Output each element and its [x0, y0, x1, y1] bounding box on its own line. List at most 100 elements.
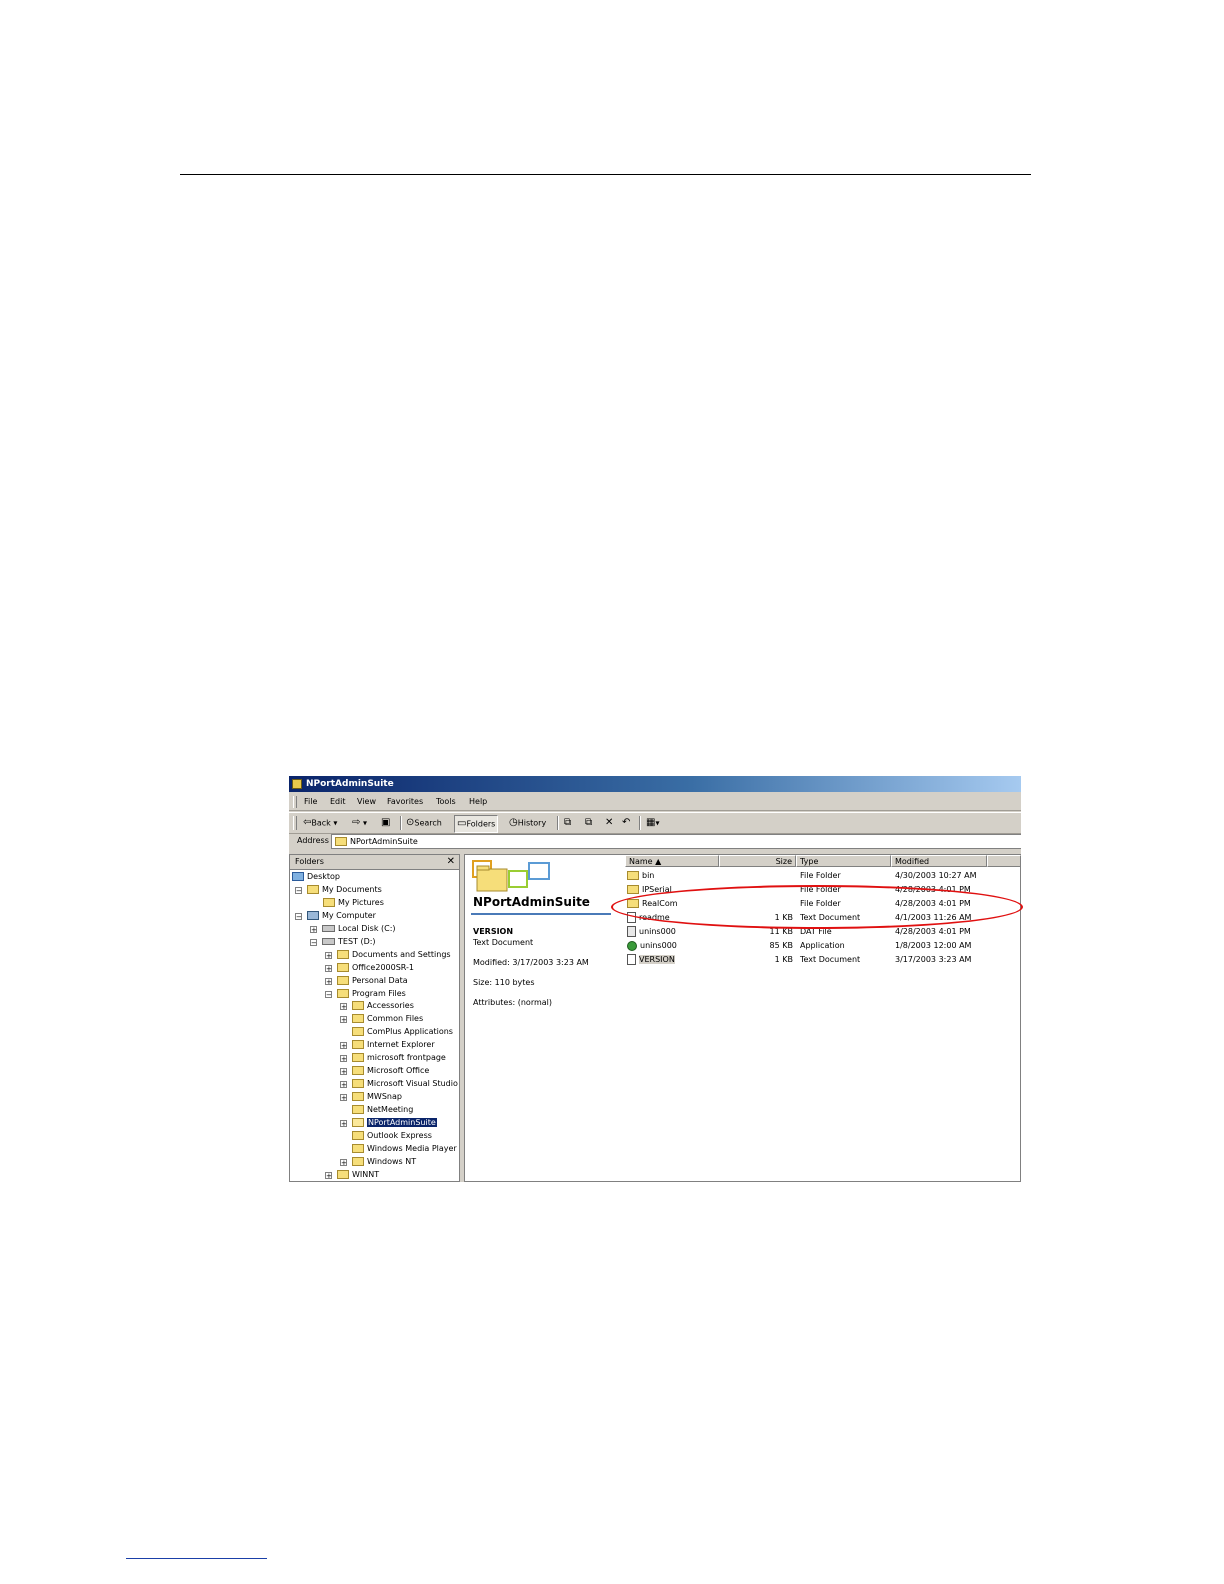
folder-icon — [352, 1157, 364, 1166]
web-view-panel: NPortAdminSuite VERSION Text Document Mo… — [465, 855, 613, 1181]
tree-item-internet-explorer[interactable]: Internet Explorer — [352, 1039, 435, 1051]
tree-item-netmeeting[interactable]: NetMeeting — [352, 1104, 413, 1116]
tree-item-personal-data[interactable]: Personal Data — [337, 975, 408, 987]
expand-icon[interactable]: + — [340, 1042, 347, 1050]
column-modified-label: Modified — [895, 857, 930, 866]
dat-file-icon — [627, 926, 636, 937]
menu-view[interactable]: View — [357, 794, 376, 810]
tree-item-accessories[interactable]: Accessories — [352, 1000, 414, 1012]
file-type: File Folder — [800, 885, 841, 894]
selected-file-modified: Modified: 3/17/2003 3:23 AM — [473, 958, 589, 967]
tree-item-nportadminsuite[interactable]: NPortAdminSuite — [352, 1117, 437, 1129]
tree-label: Personal Data — [352, 976, 408, 985]
expand-icon[interactable]: + — [340, 1159, 347, 1167]
tree-item-documents-and-settings[interactable]: Documents and Settings — [337, 949, 451, 961]
menu-bar: File Edit View Favorites Tools Help — [289, 794, 1021, 811]
collapse-icon[interactable]: − — [310, 939, 317, 947]
file-row[interactable]: unins000 11 KB DAT File 4/28/2003 4:01 P… — [625, 925, 1021, 939]
back-button[interactable]: ⇦Back ▾ — [303, 813, 337, 834]
expand-icon[interactable]: + — [325, 1172, 332, 1180]
folder-icon — [352, 1001, 364, 1010]
column-header-type[interactable]: Type — [796, 855, 891, 867]
tree-item-desktop[interactable]: Desktop — [292, 871, 340, 883]
address-folder-icon — [335, 837, 347, 846]
tree-item-windows-media-player[interactable]: Windows Media Player — [352, 1143, 457, 1155]
tree-label: Windows Media Player — [367, 1144, 457, 1153]
expand-icon[interactable]: + — [340, 1120, 347, 1128]
move-to-button[interactable]: ⧉ — [564, 813, 571, 834]
collapse-icon[interactable]: − — [295, 913, 302, 921]
close-icon[interactable]: ✕ — [447, 855, 455, 869]
copy-to-button[interactable]: ⧉ — [585, 813, 592, 834]
tree-item-local-disk-c[interactable]: Local Disk (C:) — [322, 923, 396, 935]
address-input[interactable]: NPortAdminSuite — [331, 834, 1021, 849]
menu-file[interactable]: File — [304, 794, 317, 810]
expand-icon[interactable]: + — [340, 1068, 347, 1076]
tree-item-common-files[interactable]: Common Files — [352, 1013, 423, 1025]
tree-item-my-documents[interactable]: My Documents — [307, 884, 382, 896]
back-dropdown-icon[interactable]: ▾ — [333, 819, 337, 828]
expand-icon[interactable]: + — [340, 1016, 347, 1024]
tree-item-test-d[interactable]: TEST (D:) — [322, 936, 376, 948]
column-header-modified[interactable]: Modified — [891, 855, 987, 867]
expand-icon[interactable]: + — [340, 1094, 347, 1102]
column-type-label: Type — [800, 857, 819, 866]
expand-icon[interactable]: + — [340, 1081, 347, 1089]
folder-icon — [352, 1014, 364, 1023]
menu-tools[interactable]: Tools — [436, 794, 456, 810]
undo-button[interactable]: ↶ — [622, 813, 630, 834]
tree-item-microsoft-office[interactable]: Microsoft Office — [352, 1065, 429, 1077]
expand-icon[interactable]: + — [310, 926, 317, 934]
search-button[interactable]: ⊙Search — [406, 813, 442, 834]
folder-icon — [337, 1170, 349, 1179]
up-folder-icon: ▣ — [381, 817, 391, 828]
file-row[interactable]: readme 1 KB Text Document 4/1/2003 11:26… — [625, 911, 1021, 925]
tree-item-office2000sr-1[interactable]: Office2000SR-1 — [337, 962, 414, 974]
history-button[interactable]: ◷History — [509, 813, 546, 834]
forward-button[interactable]: ⇨ ▾ — [352, 813, 367, 834]
file-row[interactable]: bin File Folder 4/30/2003 10:27 AM — [625, 869, 1021, 883]
views-button[interactable]: ▦▾ — [646, 813, 659, 834]
tree-item-my-pictures[interactable]: My Pictures — [323, 897, 384, 909]
tree-item-program-files[interactable]: Program Files — [337, 988, 406, 1000]
address-bar: Address NPortAdminSuite — [289, 833, 1021, 849]
tree-item-microsoft-frontpage[interactable]: microsoft frontpage — [352, 1052, 446, 1064]
title-bar[interactable]: NPortAdminSuite — [289, 776, 1021, 792]
expand-icon[interactable]: + — [325, 978, 332, 986]
tree-item-mwsnap[interactable]: MWSnap — [352, 1091, 402, 1103]
tree-item-complus-applications[interactable]: ComPlus Applications — [352, 1026, 453, 1038]
desktop-icon — [292, 872, 304, 881]
column-header-size[interactable]: Size — [719, 855, 796, 867]
file-row[interactable]: IPSerial File Folder 4/28/2003 4:01 PM — [625, 883, 1021, 897]
file-row-selected[interactable]: VERSION 1 KB Text Document 3/17/2003 3:2… — [625, 953, 1021, 967]
my-pictures-icon — [323, 898, 335, 907]
delete-button[interactable]: ✕ — [605, 813, 613, 834]
expand-icon[interactable]: + — [325, 952, 332, 960]
folders-button[interactable]: ▭Folders — [454, 815, 499, 833]
tree-item-winnt[interactable]: WINNT — [337, 1169, 379, 1181]
toolbar-separator — [557, 816, 559, 830]
tree-item-outlook-express[interactable]: Outlook Express — [352, 1130, 432, 1142]
file-row-realcom[interactable]: RealCom File Folder 4/28/2003 4:01 PM — [625, 897, 1021, 911]
delete-icon: ✕ — [605, 817, 614, 828]
file-type: File Folder — [800, 899, 841, 908]
selected-file-size: Size: 110 bytes — [473, 978, 535, 987]
expand-icon[interactable]: + — [340, 1003, 347, 1011]
menu-help[interactable]: Help — [469, 794, 487, 810]
file-row[interactable]: unins000 85 KB Application 1/8/2003 12:0… — [625, 939, 1021, 953]
collapse-icon[interactable]: − — [325, 991, 332, 999]
up-folder-button[interactable]: ▣ — [381, 813, 390, 834]
expand-icon[interactable]: + — [325, 965, 332, 973]
tree-label: microsoft frontpage — [367, 1053, 446, 1062]
tree-item-microsoft-visual-studio[interactable]: Microsoft Visual Studio — [352, 1078, 458, 1090]
menu-edit[interactable]: Edit — [330, 794, 346, 810]
forward-dropdown-icon[interactable]: ▾ — [363, 819, 367, 828]
menu-favorites[interactable]: Favorites — [387, 794, 423, 810]
expand-icon[interactable]: + — [340, 1055, 347, 1063]
tree-item-my-computer[interactable]: My Computer — [307, 910, 376, 922]
forward-arrow-icon: ⇨ — [352, 817, 361, 828]
tree-item-windows-nt[interactable]: Windows NT — [352, 1156, 416, 1168]
column-header-name[interactable]: Name ▲ — [625, 855, 719, 867]
file-name: IPSerial — [642, 885, 672, 894]
collapse-icon[interactable]: − — [295, 887, 302, 895]
